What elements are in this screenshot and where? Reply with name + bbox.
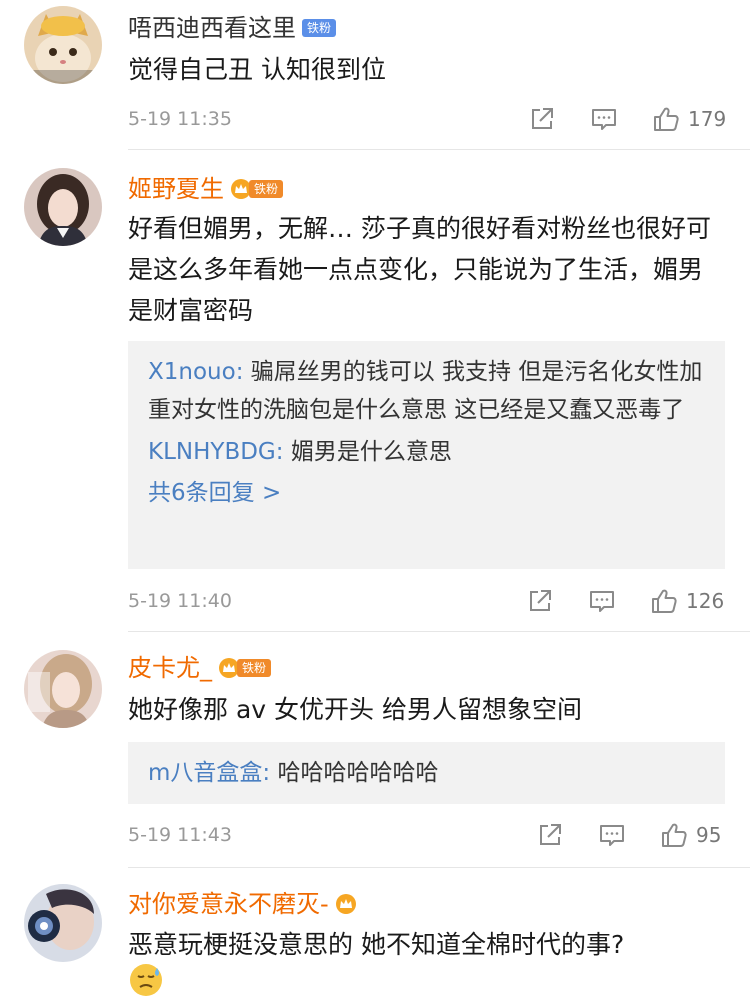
share-icon[interactable]: [526, 587, 554, 615]
fan-badge-label: 铁粉: [237, 659, 272, 677]
user-avatar[interactable]: [24, 6, 102, 84]
comment-footer: 5-19 11:40 126: [128, 583, 728, 619]
fan-badge-label: 铁粉: [249, 180, 284, 198]
comment-time: 5-19 11:43: [128, 824, 232, 846]
comment-item: 唔西迪西看这里 铁粉 觉得自己丑 认知很到位 5-19 11:35 179: [0, 0, 750, 150]
reply-username[interactable]: KLNHYBDG:: [148, 439, 284, 465]
fan-badge: 铁粉: [230, 178, 284, 200]
comment-header: 皮卡尤_ 铁粉: [128, 650, 272, 686]
share-icon[interactable]: [536, 821, 564, 849]
reply-username[interactable]: m八音盒盒:: [148, 760, 270, 786]
reply-box[interactable]: m八音盒盒: 哈哈哈哈哈哈哈: [128, 742, 725, 804]
comment-item: 姬野夏生 铁粉 好看但媚男，无解… 莎子真的很好看对粉丝也很好可是这么多年看她一…: [0, 150, 750, 632]
comment-text: 她好像那 av 女优开头 给男人留想象空间: [128, 695, 582, 724]
comment-time: 5-19 11:35: [128, 108, 232, 130]
comment-icon[interactable]: [590, 105, 618, 133]
reply-item[interactable]: KLNHYBDG: 媚男是什么意思: [148, 433, 705, 471]
comment-header: 姬野夏生 铁粉: [128, 171, 284, 207]
like-count: 126: [686, 589, 725, 613]
comment-header: 唔西迪西看这里 铁粉: [128, 10, 337, 46]
comment-item: 皮卡尤_ 铁粉 她好像那 av 女优开头 给男人留想象空间 m八音盒盒: 哈哈哈…: [0, 632, 750, 868]
crown-icon: [335, 893, 357, 915]
username[interactable]: 皮卡尤_: [128, 650, 212, 686]
comment-footer: 5-19 11:43 95: [128, 817, 728, 853]
comment-time: 5-19 11:40: [128, 590, 232, 612]
reply-text: 哈哈哈哈哈哈哈: [270, 760, 439, 786]
cat-avatar-icon: [24, 6, 102, 84]
user-avatar[interactable]: [24, 884, 102, 962]
like-icon[interactable]: [660, 821, 688, 849]
like-count: 95: [696, 823, 722, 847]
face-avatar-icon: [24, 884, 102, 962]
fan-badge: [335, 893, 357, 915]
reply-item[interactable]: m八音盒盒: 哈哈哈哈哈哈哈: [148, 754, 705, 792]
comment-text: 好看但媚男，无解… 莎子真的很好看对粉丝也很好可是这么多年看她一点点变化，只能说…: [128, 214, 711, 325]
comment-text: 觉得自己丑 认知很到位: [128, 55, 386, 84]
username[interactable]: 唔西迪西看这里: [128, 10, 296, 46]
reply-text: 媚男是什么意思: [283, 439, 452, 465]
user-avatar[interactable]: [24, 168, 102, 246]
like-icon[interactable]: [652, 105, 680, 133]
comment-item: 对你爱意永不磨灭- 恶意玩梗挺没意思的 她不知道全棉时代的事?: [0, 868, 750, 998]
like-icon[interactable]: [650, 587, 678, 615]
more-replies-link[interactable]: 共6条回复 >: [148, 471, 705, 515]
sweat-emoji-icon: [130, 964, 162, 996]
girl-avatar-icon: [24, 650, 102, 728]
comment-footer: 5-19 11:35 179: [128, 101, 728, 137]
share-icon[interactable]: [528, 105, 556, 133]
girl-avatar-icon: [24, 168, 102, 246]
username[interactable]: 对你爱意永不磨灭-: [128, 886, 329, 922]
comment-icon[interactable]: [588, 587, 616, 615]
reply-item[interactable]: X1nouo: 骗屌丝男的钱可以 我支持 但是污名化女性加重对女性的洗脑包是什么…: [148, 353, 705, 429]
reply-username[interactable]: X1nouo:: [148, 359, 243, 385]
reply-box[interactable]: X1nouo: 骗屌丝男的钱可以 我支持 但是污名化女性加重对女性的洗脑包是什么…: [128, 341, 725, 569]
fan-badge: 铁粉: [302, 17, 337, 39]
comment-header: 对你爱意永不磨灭-: [128, 886, 357, 922]
comment-icon[interactable]: [598, 821, 626, 849]
fan-badge: 铁粉: [218, 657, 272, 679]
user-avatar[interactable]: [24, 650, 102, 728]
fan-badge-label: 铁粉: [302, 19, 337, 37]
like-count: 179: [688, 107, 727, 131]
username[interactable]: 姬野夏生: [128, 171, 224, 207]
comment-text: 恶意玩梗挺没意思的 她不知道全棉时代的事?: [128, 930, 625, 959]
